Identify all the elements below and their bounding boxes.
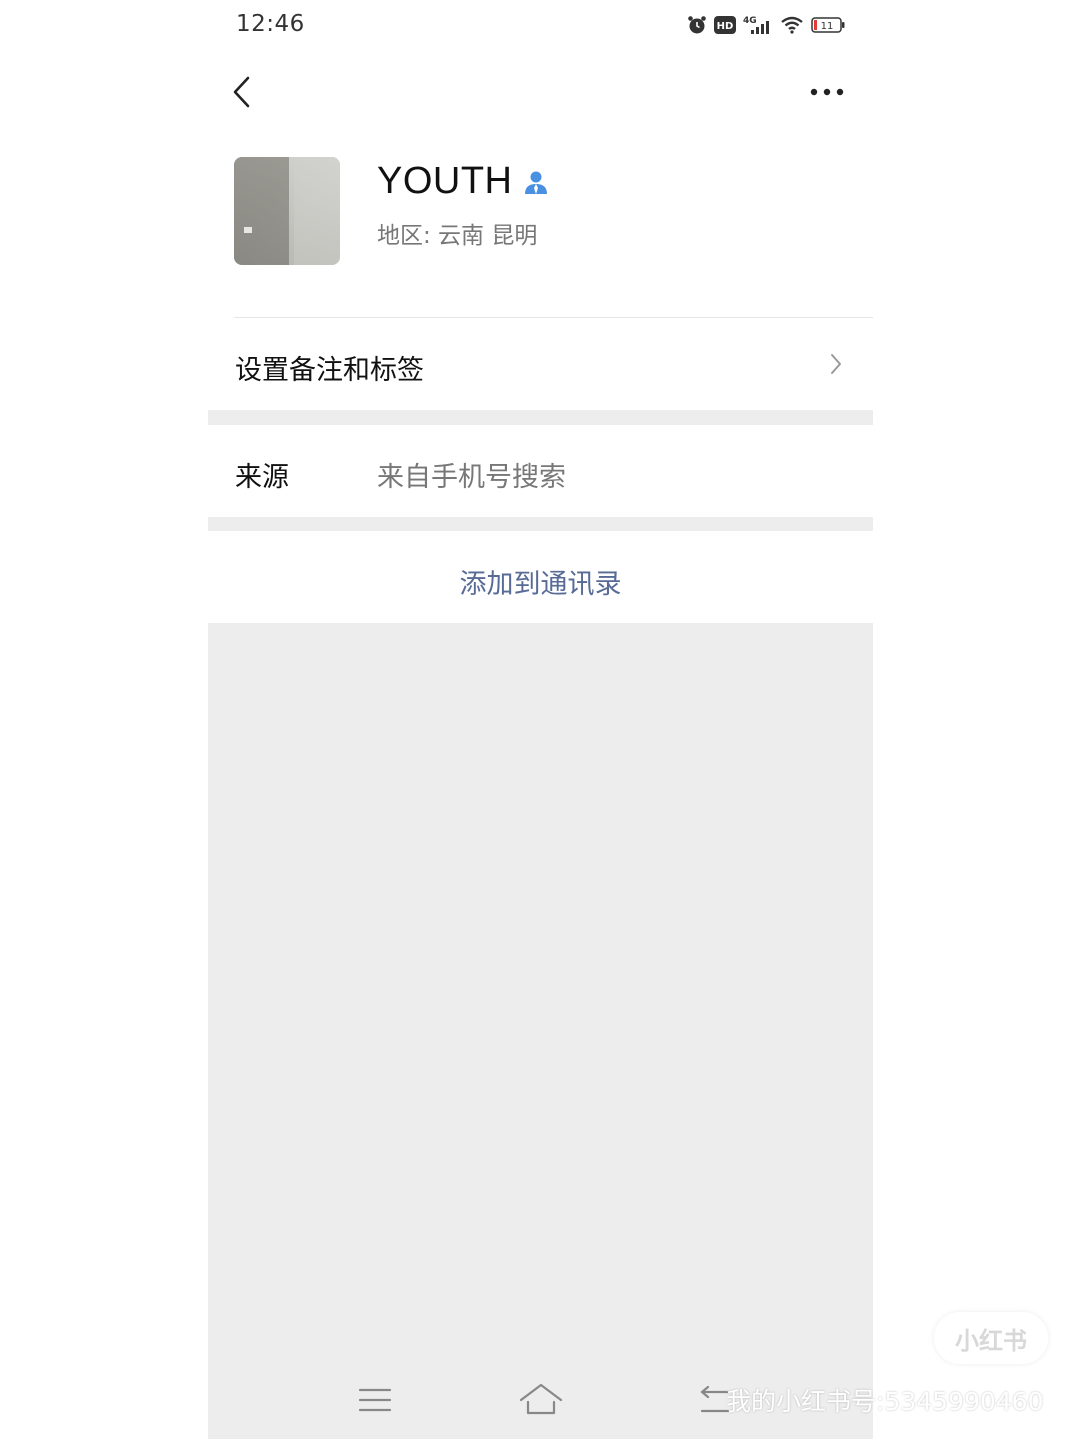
person-icon <box>524 171 547 194</box>
hd-icon: HD <box>714 16 736 34</box>
profile-region: 地区: 云南 昆明 <box>377 223 538 249</box>
status-icons: HD 4G 11 <box>687 14 845 36</box>
source-row: 来源 来自手机号搜索 <box>208 425 873 517</box>
status-time: 12:46 <box>236 11 305 37</box>
avatar-badge <box>244 227 252 233</box>
empty-area <box>208 623 873 1439</box>
more-button[interactable] <box>809 86 845 98</box>
battery-level: 11 <box>821 21 834 32</box>
avatar-shade <box>234 157 294 265</box>
chevron-right-icon <box>831 354 841 374</box>
source-value: 来自手机号搜索 <box>377 462 566 493</box>
watermark-text: 我的小红书号:5345990460 <box>726 1387 1044 1416</box>
profile-name: YOUTH <box>377 160 513 202</box>
add-to-contacts-label: 添加到通讯录 <box>459 569 622 600</box>
section-gap <box>208 410 873 425</box>
back-button[interactable] <box>230 74 254 110</box>
hd-label: HD <box>717 21 734 32</box>
add-to-contacts-button[interactable]: 添加到通讯录 <box>208 531 873 623</box>
set-remark-label: 设置备注和标签 <box>235 355 424 386</box>
status-bar: 12:46 HD 4G 11 <box>208 0 873 54</box>
profile-header: YOUTH 地区: 云南 昆明 <box>208 130 873 318</box>
alarm-icon <box>688 16 706 34</box>
section-gap <box>208 517 873 531</box>
phone-screen: 12:46 HD 4G 11 YOUTH 地区: 云南 昆明 设置备注和标签 来… <box>208 0 873 1439</box>
network-label: 4G <box>743 16 757 26</box>
name-row: YOUTH <box>377 160 549 203</box>
avatar[interactable] <box>234 157 340 265</box>
home-icon[interactable] <box>518 1382 564 1416</box>
xiaohongshu-logo: 小红书 <box>934 1312 1048 1364</box>
wifi-icon <box>781 16 803 34</box>
source-label: 来源 <box>235 462 289 493</box>
battery-icon: 11 <box>811 17 845 33</box>
menu-icon[interactable] <box>358 1386 392 1414</box>
nav-bar <box>208 54 873 130</box>
avatar-light <box>289 157 340 265</box>
signal-4g-icon: 4G <box>743 16 769 34</box>
set-remark-row[interactable]: 设置备注和标签 <box>208 318 873 410</box>
